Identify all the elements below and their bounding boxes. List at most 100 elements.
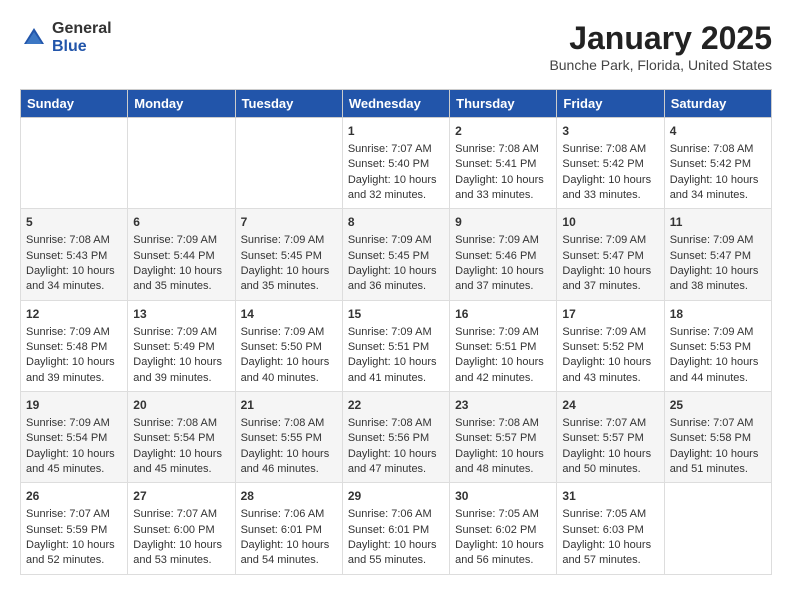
logo-icon <box>20 24 48 52</box>
day-number: 28 <box>241 488 337 505</box>
day-info: Sunrise: 7:09 AM <box>670 325 766 340</box>
day-info: and 43 minutes. <box>562 371 658 386</box>
day-info: and 33 minutes. <box>562 188 658 203</box>
weekday-header-monday: Monday <box>128 90 235 118</box>
day-number: 12 <box>26 306 122 323</box>
day-info: and 50 minutes. <box>562 462 658 477</box>
day-info: Sunset: 6:00 PM <box>133 523 229 538</box>
day-info: Sunrise: 7:09 AM <box>562 325 658 340</box>
day-info: Sunrise: 7:09 AM <box>26 325 122 340</box>
day-info: and 42 minutes. <box>455 371 551 386</box>
day-info: Sunrise: 7:09 AM <box>670 233 766 248</box>
week-row-3: 12Sunrise: 7:09 AMSunset: 5:48 PMDayligh… <box>21 300 772 391</box>
calendar-cell: 14Sunrise: 7:09 AMSunset: 5:50 PMDayligh… <box>235 300 342 391</box>
day-info: Sunset: 5:40 PM <box>348 157 444 172</box>
day-info: Daylight: 10 hours <box>348 264 444 279</box>
calendar-cell <box>664 483 771 574</box>
day-info: Daylight: 10 hours <box>241 264 337 279</box>
calendar-cell: 17Sunrise: 7:09 AMSunset: 5:52 PMDayligh… <box>557 300 664 391</box>
day-number: 5 <box>26 214 122 231</box>
weekday-header-wednesday: Wednesday <box>342 90 449 118</box>
logo-blue-text: Blue <box>52 38 112 56</box>
day-info: Daylight: 10 hours <box>241 447 337 462</box>
day-info: Daylight: 10 hours <box>348 173 444 188</box>
day-info: and 35 minutes. <box>241 279 337 294</box>
calendar-cell: 27Sunrise: 7:07 AMSunset: 6:00 PMDayligh… <box>128 483 235 574</box>
day-info: Daylight: 10 hours <box>26 447 122 462</box>
day-number: 6 <box>133 214 229 231</box>
calendar-cell: 2Sunrise: 7:08 AMSunset: 5:41 PMDaylight… <box>450 118 557 209</box>
day-info: Sunrise: 7:08 AM <box>670 142 766 157</box>
day-info: Sunrise: 7:08 AM <box>455 142 551 157</box>
calendar-cell <box>235 118 342 209</box>
calendar-table: SundayMondayTuesdayWednesdayThursdayFrid… <box>20 89 772 575</box>
day-info: Sunrise: 7:09 AM <box>562 233 658 248</box>
weekday-header-tuesday: Tuesday <box>235 90 342 118</box>
day-info: Sunrise: 7:09 AM <box>348 325 444 340</box>
weekday-header-friday: Friday <box>557 90 664 118</box>
day-info: Sunrise: 7:09 AM <box>133 233 229 248</box>
day-info: Sunset: 5:53 PM <box>670 340 766 355</box>
day-number: 9 <box>455 214 551 231</box>
page-header: General Blue January 2025 Bunche Park, F… <box>20 20 772 73</box>
day-info: Sunrise: 7:09 AM <box>26 416 122 431</box>
day-info: Sunrise: 7:08 AM <box>562 142 658 157</box>
day-number: 8 <box>348 214 444 231</box>
calendar-cell: 30Sunrise: 7:05 AMSunset: 6:02 PMDayligh… <box>450 483 557 574</box>
calendar-cell: 18Sunrise: 7:09 AMSunset: 5:53 PMDayligh… <box>664 300 771 391</box>
day-info: Sunset: 5:47 PM <box>670 249 766 264</box>
day-info: Daylight: 10 hours <box>241 355 337 370</box>
day-info: Sunset: 5:55 PM <box>241 431 337 446</box>
day-number: 29 <box>348 488 444 505</box>
day-info: Daylight: 10 hours <box>133 447 229 462</box>
day-info: and 57 minutes. <box>562 553 658 568</box>
day-info: Daylight: 10 hours <box>133 355 229 370</box>
day-info: Sunrise: 7:08 AM <box>133 416 229 431</box>
day-info: Sunset: 5:57 PM <box>562 431 658 446</box>
day-info: Daylight: 10 hours <box>26 355 122 370</box>
day-info: and 39 minutes. <box>26 371 122 386</box>
calendar-cell: 31Sunrise: 7:05 AMSunset: 6:03 PMDayligh… <box>557 483 664 574</box>
day-number: 13 <box>133 306 229 323</box>
day-number: 18 <box>670 306 766 323</box>
day-info: Sunset: 6:03 PM <box>562 523 658 538</box>
week-row-5: 26Sunrise: 7:07 AMSunset: 5:59 PMDayligh… <box>21 483 772 574</box>
day-info: Sunset: 5:46 PM <box>455 249 551 264</box>
day-info: and 52 minutes. <box>26 553 122 568</box>
day-info: Sunrise: 7:06 AM <box>241 507 337 522</box>
weekday-header-thursday: Thursday <box>450 90 557 118</box>
calendar-cell: 4Sunrise: 7:08 AMSunset: 5:42 PMDaylight… <box>664 118 771 209</box>
day-info: Sunset: 5:54 PM <box>133 431 229 446</box>
day-info: Sunrise: 7:08 AM <box>26 233 122 248</box>
day-info: Daylight: 10 hours <box>670 264 766 279</box>
day-info: Sunset: 5:58 PM <box>670 431 766 446</box>
day-info: Sunset: 6:01 PM <box>241 523 337 538</box>
day-number: 20 <box>133 397 229 414</box>
day-number: 25 <box>670 397 766 414</box>
day-info: Daylight: 10 hours <box>348 355 444 370</box>
day-info: and 40 minutes. <box>241 371 337 386</box>
calendar-cell: 20 Sunrise: 7:08 AMSunset: 5:54 PMDayligh… <box>128 392 235 483</box>
day-info: Sunset: 5:51 PM <box>348 340 444 355</box>
calendar-cell: 29Sunrise: 7:06 AMSunset: 6:01 PMDayligh… <box>342 483 449 574</box>
day-number: 24 <box>562 397 658 414</box>
day-number: 17 <box>562 306 658 323</box>
day-info: and 36 minutes. <box>348 279 444 294</box>
logo: General Blue <box>20 20 112 55</box>
calendar-cell: 3Sunrise: 7:08 AMSunset: 5:42 PMDaylight… <box>557 118 664 209</box>
day-number: 14 <box>241 306 337 323</box>
day-info: and 53 minutes. <box>133 553 229 568</box>
day-number: 2 <box>455 123 551 140</box>
calendar-cell: 1Sunrise: 7:07 AMSunset: 5:40 PMDaylight… <box>342 118 449 209</box>
day-info: Sunset: 5:49 PM <box>133 340 229 355</box>
day-info: Sunrise: 7:09 AM <box>455 233 551 248</box>
calendar-cell: 23Sunrise: 7:08 AMSunset: 5:57 PMDayligh… <box>450 392 557 483</box>
day-info: Daylight: 10 hours <box>348 538 444 553</box>
day-number: 23 <box>455 397 551 414</box>
day-info: Sunset: 5:44 PM <box>133 249 229 264</box>
day-info: and 37 minutes. <box>455 279 551 294</box>
day-info: Sunrise: 7:08 AM <box>455 416 551 431</box>
day-info: Sunset: 5:56 PM <box>348 431 444 446</box>
day-info: Sunrise: 7:05 AM <box>455 507 551 522</box>
day-info: Daylight: 10 hours <box>670 447 766 462</box>
